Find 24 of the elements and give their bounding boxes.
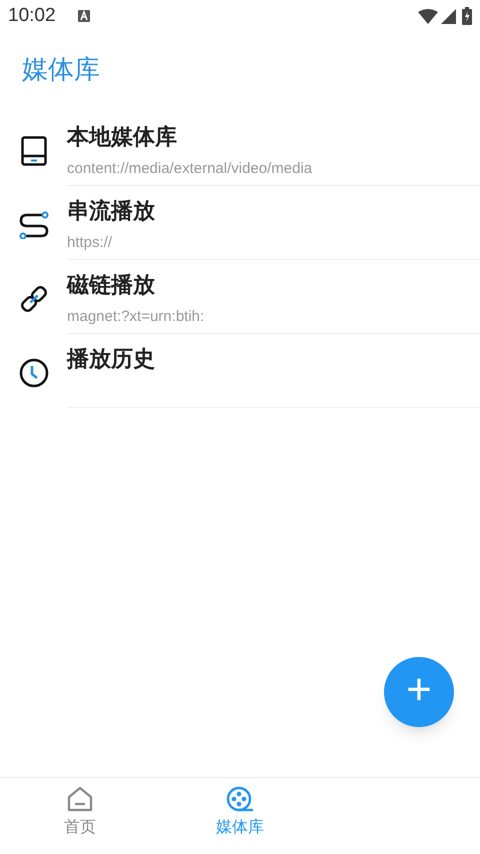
- link-icon: [18, 284, 48, 314]
- signal-icon: [441, 8, 456, 24]
- wifi-icon: [418, 8, 438, 24]
- route-icon: [18, 211, 48, 239]
- item-title: 播放历史: [67, 345, 155, 373]
- battery-icon: [462, 7, 472, 25]
- list-item[interactable]: 串流播放 https://: [0, 186, 480, 260]
- item-subtitle: content://media/external/video/media: [67, 159, 312, 179]
- film-reel-icon: [226, 786, 254, 812]
- clock-icon: [18, 358, 48, 388]
- item-subtitle: https://: [67, 233, 112, 253]
- item-title: 串流播放: [67, 197, 155, 225]
- page-title: 媒体库: [21, 53, 101, 86]
- status-time: 10:02: [8, 4, 56, 28]
- notification-icon: [78, 10, 90, 22]
- nav-tab[interactable]: 首页: [0, 778, 160, 854]
- list-item[interactable]: 播放历史: [0, 334, 480, 408]
- item-subtitle: magnet:?xt=urn:btih:: [67, 307, 204, 327]
- home-icon: [67, 786, 93, 812]
- tablet-icon: [20, 136, 46, 166]
- item-title: 本地媒体库: [67, 123, 177, 151]
- list-item[interactable]: 磁链播放 magnet:?xt=urn:btih:: [0, 260, 480, 334]
- item-title: 磁链播放: [67, 271, 155, 299]
- list-item[interactable]: 本地媒体库 content://media/external/video/media: [0, 112, 480, 186]
